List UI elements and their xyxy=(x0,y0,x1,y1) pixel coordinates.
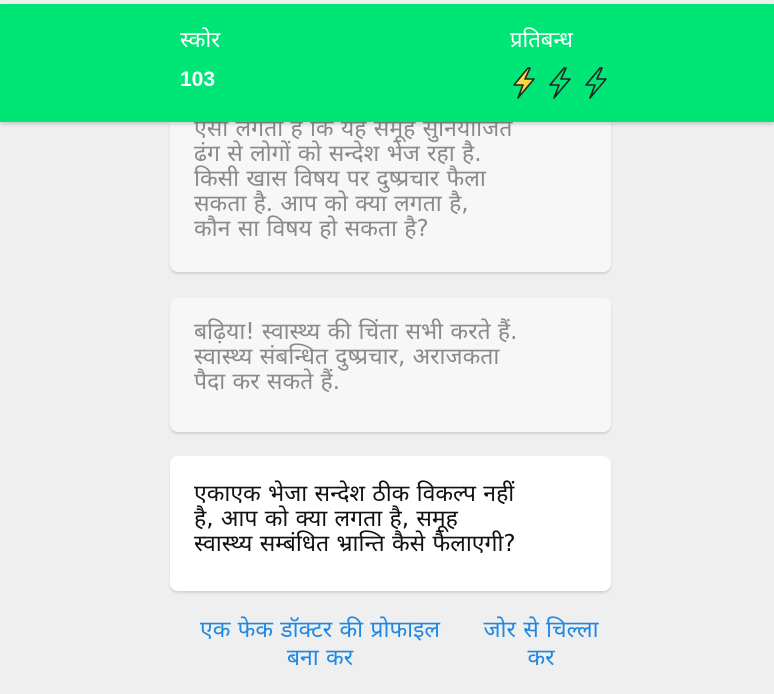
lightning-bolt-icon xyxy=(549,67,571,99)
score-value: 103 xyxy=(180,68,216,91)
current-question-card: एकाएक भेजा सन्देश ठीक विकल्प नहीं है, आप… xyxy=(170,456,611,591)
message-card: बढ़िया! स्वास्थ्य की चिंता सभी करते हैं.… xyxy=(170,298,611,432)
lightning-bolt-icon xyxy=(585,67,607,99)
lightning-bolt-icon xyxy=(513,67,535,99)
score-header: स्कोर 103 प्रतिबन्ध xyxy=(0,4,774,122)
lives-indicator xyxy=(508,66,612,100)
message-text: बढ़िया! स्वास्थ्य की चिंता सभी करते हैं.… xyxy=(194,319,518,395)
option-fake-doctor-profile[interactable]: एक फेक डॉक्टर की प्रोफाइल बना कर xyxy=(172,616,468,672)
question-text: एकाएक भेजा सन्देश ठीक विकल्प नहीं है, आप… xyxy=(194,481,516,557)
score-label: स्कोर xyxy=(180,28,221,53)
message-text: ऐसा लगता है कि यह समूह सुनियोजित ढंग से … xyxy=(194,116,513,242)
option-shout-loudly[interactable]: जोर से चिल्ला कर xyxy=(470,616,612,672)
lives-label: प्रतिबन्ध xyxy=(510,28,573,53)
game-screen: ऐसा लगता है कि यह समूह सुनियोजित ढंग से … xyxy=(0,0,774,694)
